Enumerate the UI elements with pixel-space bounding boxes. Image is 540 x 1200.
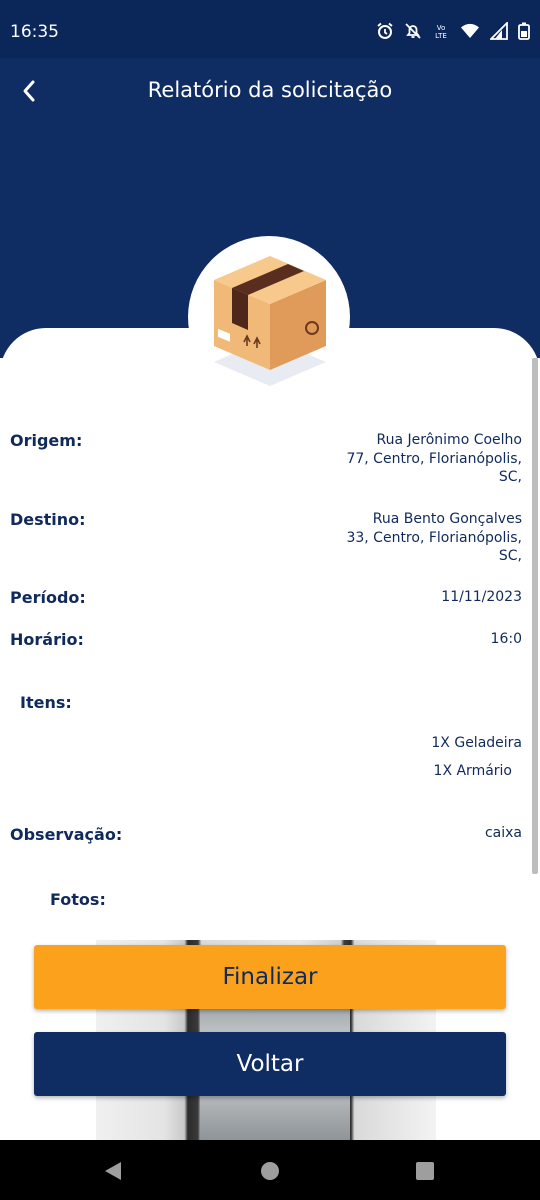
item-list-item: 1X Armário bbox=[433, 763, 512, 779]
finalize-button[interactable]: Finalizar bbox=[34, 945, 506, 1009]
status-time: 16:35 bbox=[10, 22, 59, 42]
status-bar: 16:35 Vo LTE bbox=[0, 0, 540, 58]
back-action-button[interactable]: Voltar bbox=[34, 1032, 506, 1096]
signal-icon bbox=[490, 22, 508, 40]
destination-label: Destino: bbox=[10, 510, 86, 529]
origin-line: 77, Centro, Florianópolis, bbox=[346, 450, 522, 467]
status-icons: Vo LTE bbox=[376, 22, 530, 40]
destination-line: Rua Bento Gonçalves bbox=[372, 511, 522, 527]
notes-label: Observação: bbox=[10, 825, 123, 844]
destination-line: 33, Centro, Florianópolis, bbox=[346, 529, 522, 546]
wifi-icon bbox=[461, 23, 479, 38]
volte-icon: VoLTE bbox=[435, 24, 447, 40]
svg-text:LTE: LTE bbox=[435, 32, 447, 40]
origin-value: Rua Jerônimo Coelho 77, Centro, Florianó… bbox=[346, 431, 522, 487]
origin-line: Rua Jerônimo Coelho bbox=[376, 432, 522, 448]
alarm-icon bbox=[377, 22, 393, 39]
system-nav-bar bbox=[0, 1140, 540, 1200]
notes-value: caixa bbox=[484, 825, 522, 841]
back-triangle-icon[interactable] bbox=[102, 1160, 124, 1182]
scrollbar[interactable] bbox=[532, 358, 538, 874]
package-box-icon bbox=[214, 256, 326, 386]
page-title: Relatório da solicitação bbox=[147, 78, 393, 102]
svg-text:Vo: Vo bbox=[437, 24, 446, 32]
destination-value: Rua Bento Gonçalves 33, Centro, Florianó… bbox=[346, 510, 522, 566]
time-label: Horário: bbox=[10, 630, 84, 649]
item-list-item: 1X Geladeira bbox=[431, 735, 522, 751]
period-label: Período: bbox=[10, 588, 86, 607]
period-value: 11/11/2023 bbox=[441, 589, 522, 605]
time-value: 16:0 bbox=[490, 631, 522, 647]
origin-line: SC, bbox=[498, 469, 522, 485]
photos-label: Fotos: bbox=[50, 890, 106, 909]
home-circle-icon[interactable] bbox=[259, 1160, 281, 1182]
items-label: Itens: bbox=[20, 693, 72, 712]
origin-label: Origem: bbox=[10, 431, 83, 450]
notifications-off-icon bbox=[405, 23, 421, 39]
recents-square-icon[interactable] bbox=[414, 1160, 436, 1182]
destination-line: SC, bbox=[498, 548, 522, 564]
battery-icon bbox=[518, 22, 530, 40]
